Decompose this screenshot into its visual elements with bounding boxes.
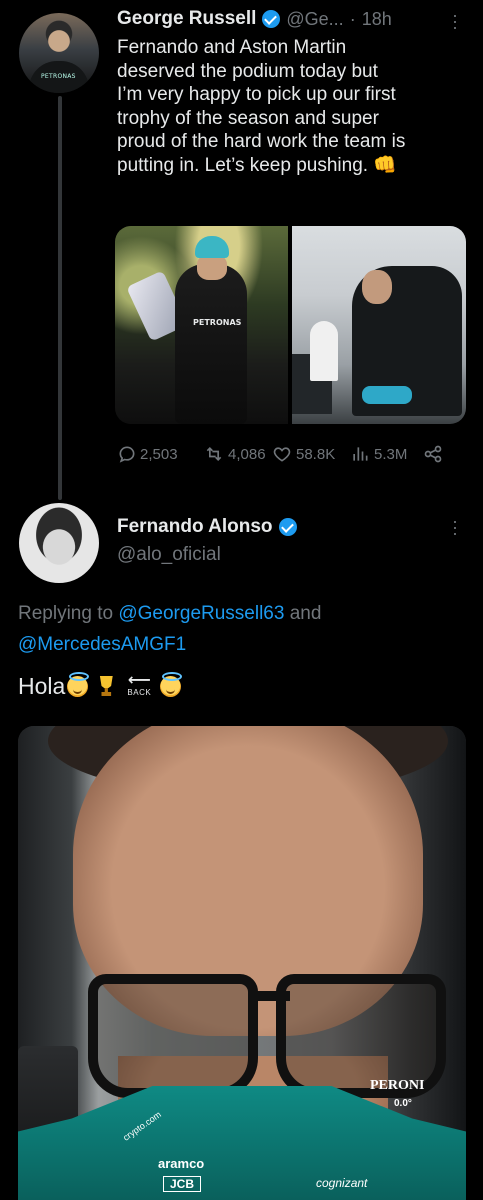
author-name[interactable]: Fernando Alonso: [117, 516, 273, 538]
mention-link[interactable]: @GeorgeRussell63: [118, 603, 284, 624]
tweet-text-line: putting in. Let’s keep pushing. 👊: [117, 154, 397, 176]
sponsor-aramco: aramco: [158, 1156, 205, 1171]
tweet-text-line: deserved the podium today but: [117, 60, 378, 82]
views-button[interactable]: 5.3M: [349, 444, 407, 464]
petronas-text: PETRONAS: [193, 318, 242, 327]
sponsor-peroni-sub: 0.0°: [394, 1098, 412, 1109]
author-handle[interactable]: @Ge...: [286, 9, 343, 30]
separator-dot: ·: [349, 8, 356, 29]
like-button[interactable]: 58.8K: [271, 444, 335, 464]
tweet2-photo[interactable]: PERONI 0.0° crypto.com aramco JCB cogniz…: [18, 726, 466, 1200]
replying-join: and: [284, 603, 322, 624]
verified-badge-icon: [278, 518, 297, 536]
media-photo-trophy[interactable]: PETRONAS: [115, 226, 288, 424]
sponsor-peroni: PERONI: [370, 1078, 425, 1093]
repost-count: 4,086: [228, 445, 266, 463]
tweet-text: Hola: [18, 672, 66, 699]
caps-shape: [362, 386, 412, 404]
engineer-figure: [310, 321, 338, 381]
timestamp[interactable]: 18h: [362, 9, 392, 30]
share-button[interactable]: [422, 444, 444, 464]
more-options-icon[interactable]: · · ·: [452, 512, 458, 542]
repost-button[interactable]: 4,086: [203, 444, 266, 464]
halo-face-emoji-icon: [160, 671, 183, 697]
heart-icon: [271, 444, 293, 464]
back-label: BACK: [127, 688, 152, 697]
driver-cap: [195, 236, 229, 258]
thread-connector-line: [58, 96, 62, 500]
sponsor-jcb: JCB: [163, 1176, 202, 1192]
tweet-text-line: I’m very happy to pick up our first: [117, 84, 396, 105]
reply-count: 2,503: [140, 445, 178, 463]
back-arrow-emoji-icon: ⟵ BACK: [124, 672, 154, 698]
tweet1-header: George Russell @Ge... · 18h: [117, 8, 392, 30]
tweet2-text: Hola ⟵ BACK: [18, 671, 183, 701]
share-icon: [422, 444, 444, 464]
halo-face-emoji-icon: [67, 671, 90, 697]
sunglasses-bridge: [254, 991, 290, 1001]
tweet-text-line: trophy of the season and super: [117, 107, 379, 129]
media-photo-garage[interactable]: [292, 226, 466, 424]
author-name[interactable]: George Russell: [117, 8, 256, 30]
back-arrow-glyph: ⟵: [127, 672, 151, 689]
like-count: 58.8K: [296, 445, 336, 463]
driver-figure: [175, 264, 247, 424]
replying-to-line: Replying to @GeorgeRussell63 and @Merced…: [18, 598, 468, 660]
tweet1-text: Fernando and Aston Martin deserved the p…: [117, 36, 472, 177]
author-handle[interactable]: @alo_oficial: [117, 544, 221, 566]
mention-link[interactable]: @MercedesAMGF1: [18, 634, 186, 655]
driver-face: [362, 270, 392, 304]
tweet1-media-grid: PETRONAS: [115, 226, 466, 424]
more-options-icon[interactable]: · · ·: [452, 6, 458, 36]
reply-button[interactable]: 2,503: [117, 444, 178, 464]
reply-icon: [117, 444, 137, 464]
view-count: 5.3M: [374, 445, 408, 463]
trophy-emoji-icon: [99, 676, 113, 696]
replying-prefix: Replying to: [18, 603, 119, 624]
sunglasses-left-lens: [88, 974, 258, 1098]
repost-icon: [203, 444, 225, 464]
analytics-icon: [349, 444, 371, 464]
verified-badge-icon: [262, 10, 281, 28]
avatar-fernando-alonso[interactable]: [19, 503, 99, 583]
avatar-george-russell[interactable]: PETRONAS: [19, 13, 99, 93]
tweet-text-line: proud of the hard work the team is: [117, 131, 406, 152]
sponsor-cognizant: cognizant: [316, 1176, 368, 1190]
avatar-sponsor-text: PETRONAS: [41, 73, 76, 80]
tweet2-header: Fernando Alonso: [117, 516, 297, 538]
tweet-text-line: Fernando and Aston Martin: [117, 37, 347, 58]
